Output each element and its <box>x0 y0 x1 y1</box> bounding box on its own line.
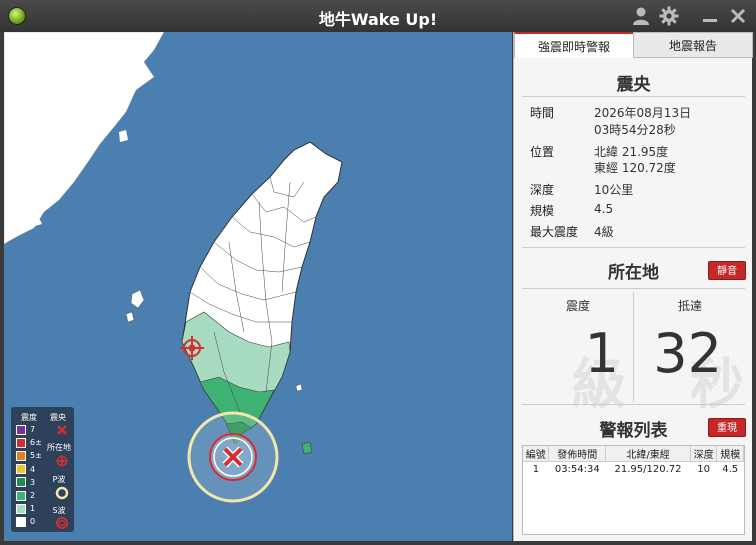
table-cell: 03:54:34 <box>554 463 600 475</box>
user-icon[interactable] <box>631 6 651 26</box>
location-label: 位置 <box>530 145 555 159</box>
arrival-label: 抵達 <box>677 299 702 313</box>
legend-level-label: 4 <box>30 464 36 474</box>
divider <box>522 404 745 405</box>
table-cell: 10 <box>697 463 711 475</box>
legend-location-icon <box>56 455 68 467</box>
legend-swatch <box>16 477 26 488</box>
legend-swatch <box>16 516 26 527</box>
time-label: 時間 <box>530 106 555 120</box>
legend-level-4: 4 <box>16 464 35 475</box>
info-panel: 強震即時警報 地震報告 震央 時間 2026年08月13日 03時54分28秒 … <box>513 32 753 541</box>
magnitude-value: 4.5 <box>594 202 614 216</box>
time-date: 2026年08月13日 <box>594 106 692 120</box>
tab-strong-motion-alert[interactable]: 強震即時警報 <box>514 32 634 58</box>
divider <box>522 96 745 97</box>
legend-swatch <box>16 424 26 435</box>
legend-level-label: 3 <box>30 477 36 487</box>
max-intensity-value: 4級 <box>594 225 614 239</box>
divider <box>633 292 634 402</box>
divider <box>522 247 745 248</box>
depth-value: 10公里 <box>594 183 634 197</box>
legend-swatch <box>16 450 26 461</box>
legend-s-wave-label: S波 <box>52 506 66 515</box>
legend-level-label: 6± <box>30 438 42 448</box>
legend-swatch <box>16 503 26 514</box>
table-cell: 4.5 <box>722 463 739 475</box>
green-island <box>295 383 303 392</box>
table-cell: 21.95/120.72 <box>614 463 682 475</box>
epicenter-heading: 震央 <box>616 75 651 95</box>
legend-level-8: 0 <box>16 516 35 527</box>
column-header[interactable]: 發佈時間 <box>548 446 607 462</box>
column-header[interactable]: 北緯/東經 <box>605 446 691 462</box>
gear-icon[interactable] <box>659 6 679 26</box>
magnitude-label: 規模 <box>530 204 555 218</box>
legend-p-wave-icon <box>55 486 69 500</box>
orchid-island <box>301 441 313 455</box>
depth-label: 深度 <box>530 183 555 197</box>
legend-s-wave-icon <box>56 517 68 529</box>
legend-epicenter-header: 震央 <box>50 413 66 422</box>
table-cell: 1 <box>532 463 540 475</box>
legend-level-1: 7 <box>16 424 35 435</box>
intensity-value: 1 <box>584 322 619 385</box>
legend-level-label: 5± <box>30 451 42 461</box>
title-bar[interactable]: 地牛Wake Up! <box>0 0 756 32</box>
table-row[interactable]: 1 03:54:34 21.95/120.72 10 4.5 <box>523 462 744 477</box>
mainland-coast <box>4 32 165 245</box>
legend-swatch <box>16 490 26 501</box>
legend-location-label: 所在地 <box>47 443 71 452</box>
legend-level-2: 6± <box>16 437 42 448</box>
time-clock: 03時54分28秒 <box>594 123 676 137</box>
legend-epicenter-icon <box>57 425 67 435</box>
legend-level-7: 1 <box>16 503 35 514</box>
column-header[interactable]: 規模 <box>716 446 744 462</box>
legend-level-6: 2 <box>16 490 35 501</box>
legend-level-5: 3 <box>16 477 35 488</box>
alert-list[interactable]: 編號 發佈時間 北緯/東經 深度 規模 1 03:54:34 21.95/120.72 10 4… <box>522 445 745 535</box>
close-icon[interactable] <box>728 6 748 26</box>
minimize-icon[interactable] <box>700 6 720 26</box>
intensity-label: 震度 <box>565 299 590 313</box>
longitude-value: 東經 120.72度 <box>594 161 676 175</box>
max-intensity-label: 最大震度 <box>530 225 579 239</box>
legend-level-label: 1 <box>30 504 36 514</box>
latitude-value: 北緯 21.95度 <box>594 145 669 159</box>
earthquake-map[interactable] <box>4 32 512 541</box>
legend-level-label: 7 <box>30 425 36 434</box>
column-header[interactable]: 編號 <box>523 446 550 462</box>
legend-level-3: 5± <box>16 450 42 461</box>
legend-p-wave-label: P波 <box>52 475 66 484</box>
divider <box>522 288 745 289</box>
legend-level-label: 2 <box>30 491 36 500</box>
map-legend: 震度 震央 7 6± 5± 4 3 2 1 0 所在地 P波 S波 <box>11 407 74 532</box>
penghu-islands <box>130 289 145 309</box>
app-window: 地牛Wake Up! 震度 震央 7 6± 5± 4 3 2 1 0 所在地 P… <box>0 0 756 545</box>
legend-intensity-header: 震度 <box>21 413 37 422</box>
replay-button[interactable]: 重現 <box>708 418 746 437</box>
legend-swatch <box>16 464 26 475</box>
legend-swatch <box>16 437 26 448</box>
tab-earthquake-report[interactable]: 地震報告 <box>633 32 753 58</box>
arrival-seconds: 32 <box>653 322 722 385</box>
legend-level-label: 0 <box>30 517 36 527</box>
mute-button[interactable]: 靜音 <box>708 261 746 280</box>
column-header[interactable]: 深度 <box>690 446 718 462</box>
